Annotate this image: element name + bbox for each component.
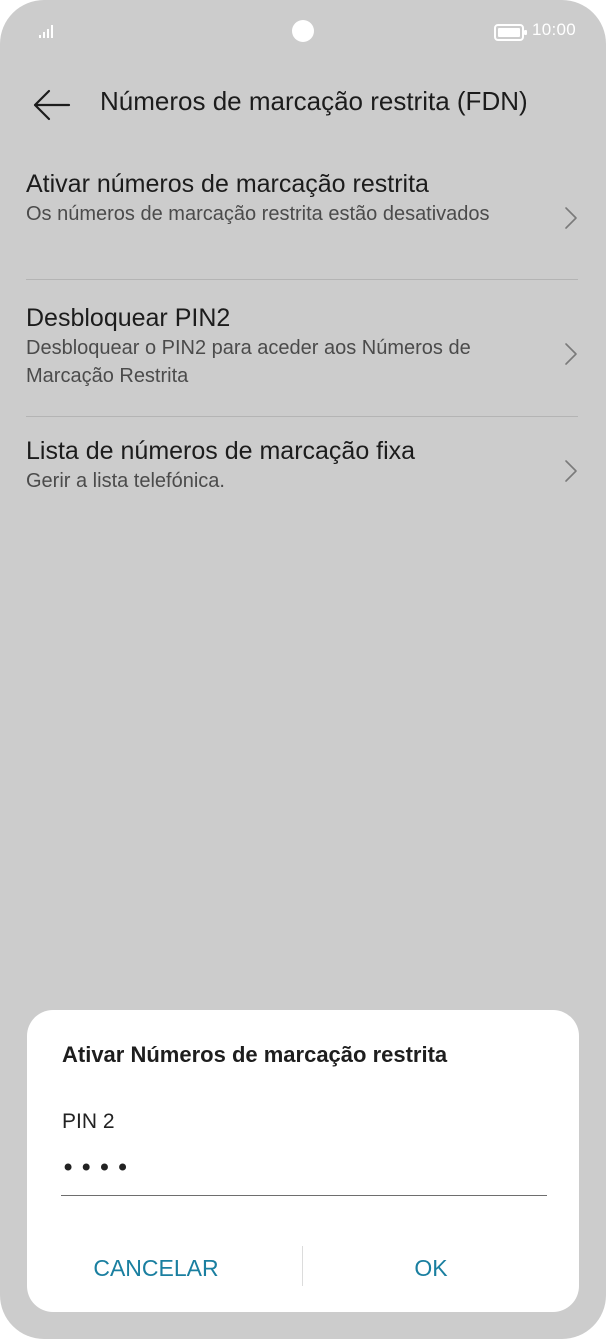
status-bar: 10:00 <box>0 0 606 64</box>
list-item-enable-fdn[interactable]: Ativar números de marcação restrita Os n… <box>26 148 578 279</box>
button-divider <box>302 1246 303 1286</box>
back-button[interactable] <box>28 82 74 128</box>
list-item-title: Desbloquear PIN2 <box>26 304 231 332</box>
dialog-title: Ativar Números de marcação restrita <box>62 1042 448 1067</box>
page-title: Números de marcação restrita (FDN) <box>100 86 528 116</box>
pin2-input[interactable]: •••• <box>61 1154 547 1196</box>
camera-cutout <box>292 20 314 42</box>
status-time: 10:00 <box>532 20 577 39</box>
list-item-title: Lista de números de marcação fixa <box>26 437 416 465</box>
list-item-fdn-list[interactable]: Lista de números de marcação fixa Gerir … <box>26 417 578 517</box>
chevron-right-icon <box>565 343 577 365</box>
list-item-title: Ativar números de marcação restrita <box>26 170 429 198</box>
back-arrow-icon <box>33 89 71 121</box>
battery-icon <box>494 24 527 41</box>
settings-list: Ativar números de marcação restrita Os n… <box>26 148 578 517</box>
phone-screen: 10:00 Números de marcação restrita (FDN)… <box>0 0 606 1339</box>
list-item-subtitle: Gerir a lista telefónica. <box>26 470 225 492</box>
signal-icon <box>39 25 53 38</box>
list-item-unlock-pin2[interactable]: Desbloquear PIN2 Desbloquear o PIN2 para… <box>26 280 578 416</box>
chevron-right-icon <box>565 460 577 482</box>
pin2-label: PIN 2 <box>62 1110 115 1133</box>
chevron-right-icon <box>565 207 577 229</box>
pin2-dialog: Ativar Números de marcação restrita PIN … <box>27 1010 579 1312</box>
ok-button[interactable]: OK <box>327 1246 535 1290</box>
list-item-subtitle: Os números de marcação restrita estão de… <box>26 203 490 225</box>
list-item-subtitle: Desbloquear o PIN2 para aceder aos Númer… <box>26 337 471 387</box>
cancel-button[interactable]: CANCELAR <box>53 1246 259 1290</box>
